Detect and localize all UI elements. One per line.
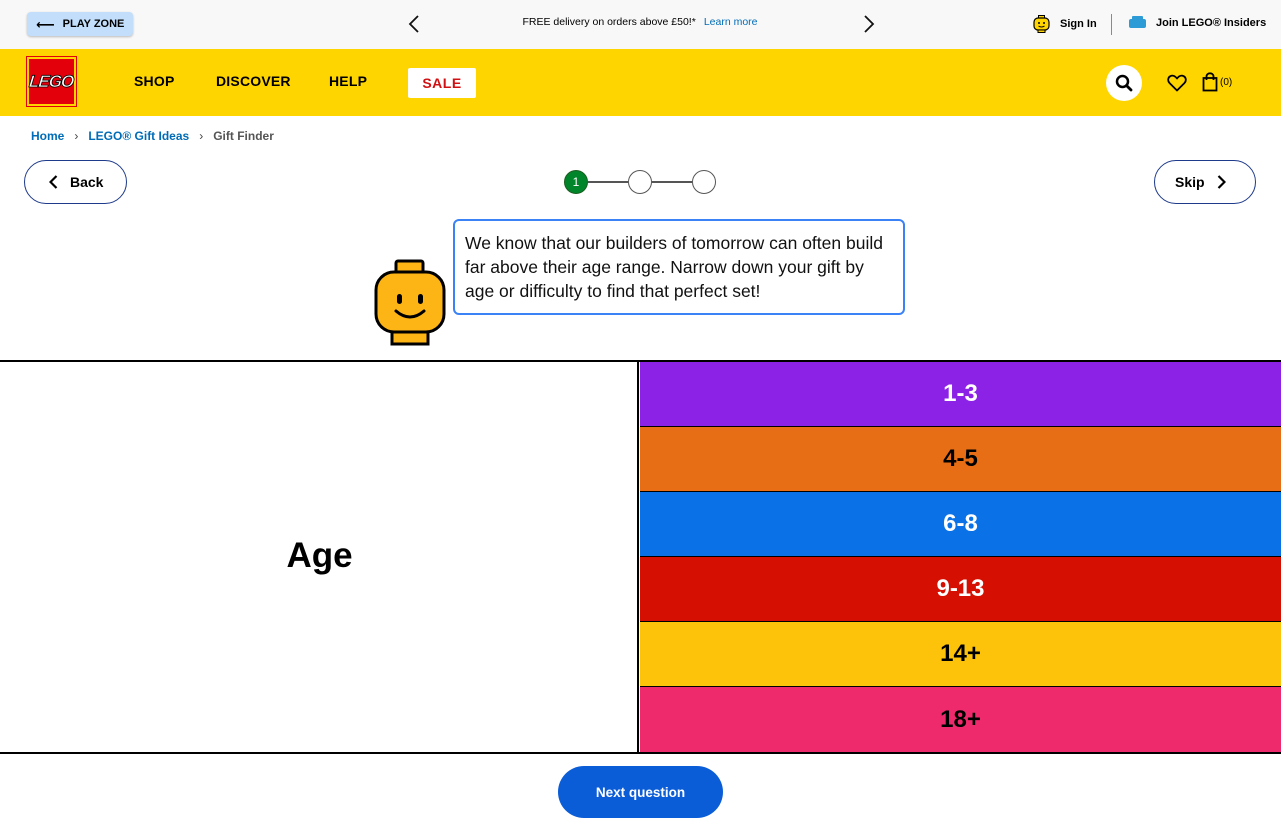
search-button[interactable] xyxy=(1106,65,1142,101)
chevron-right-icon: › xyxy=(74,129,79,143)
question-title: Age xyxy=(286,536,353,575)
shopping-bag-icon xyxy=(1202,72,1218,92)
sign-in-link[interactable]: Sign In xyxy=(1033,15,1097,33)
next-question-button[interactable]: Next question xyxy=(558,766,723,818)
wishlist-button[interactable] xyxy=(1166,72,1188,94)
minifig-head-icon xyxy=(1033,15,1050,33)
chevron-right-icon xyxy=(864,15,875,33)
join-insiders-link[interactable]: Join LEGO® Insiders xyxy=(1129,15,1267,29)
question-panel: Age 1-3 4-5 6-8 9-13 14+ 18+ xyxy=(0,360,1281,754)
lego-logo[interactable]: LEGO xyxy=(26,56,77,107)
promo-previous-button[interactable] xyxy=(402,12,426,36)
shopping-bag-button[interactable]: (0) xyxy=(1202,72,1232,92)
age-options: 1-3 4-5 6-8 9-13 14+ 18+ xyxy=(640,362,1281,752)
sign-in-label: Sign In xyxy=(1060,18,1097,30)
back-button[interactable]: Back xyxy=(24,160,127,204)
step-connector xyxy=(588,181,628,183)
nav-discover[interactable]: DISCOVER xyxy=(216,73,291,89)
age-option-4-5[interactable]: 4-5 xyxy=(640,427,1281,492)
chevron-right-icon xyxy=(1217,175,1226,189)
step-3 xyxy=(692,170,716,194)
nav-help[interactable]: HELP xyxy=(329,73,367,89)
search-icon xyxy=(1115,74,1133,92)
chevron-left-icon xyxy=(49,175,58,189)
speech-bubble: We know that our builders of tomorrow ca… xyxy=(453,219,905,315)
utility-divider xyxy=(1111,14,1112,35)
skip-label: Skip xyxy=(1175,174,1205,190)
logo-text: LEGO xyxy=(28,71,75,91)
promo-banner: FREE delivery on orders above £50!* Learn… xyxy=(430,16,850,28)
heart-icon xyxy=(1167,74,1187,92)
age-option-1-3[interactable]: 1-3 xyxy=(640,362,1281,427)
bag-count: (0) xyxy=(1220,76,1233,88)
minifig-head-illustration xyxy=(374,259,446,346)
utility-bar: ⟵ PLAY ZONE FREE delivery on orders abov… xyxy=(0,0,1281,49)
breadcrumb: Home › LEGO® Gift Ideas › Gift Finder xyxy=(31,129,274,143)
step-1: 1 xyxy=(564,170,588,194)
age-option-18-plus[interactable]: 18+ xyxy=(640,687,1281,752)
promo-next-button[interactable] xyxy=(857,12,881,36)
age-option-6-8[interactable]: 6-8 xyxy=(640,492,1281,557)
breadcrumb-gift-ideas[interactable]: LEGO® Gift Ideas xyxy=(88,129,189,143)
chevron-right-icon: › xyxy=(199,129,204,143)
breadcrumb-current: Gift Finder xyxy=(213,129,274,143)
promo-learn-more-link[interactable]: Learn more xyxy=(704,16,758,28)
play-zone-label: PLAY ZONE xyxy=(62,18,125,30)
back-label: Back xyxy=(70,174,104,190)
age-option-9-13[interactable]: 9-13 xyxy=(640,557,1281,622)
main-navigation: LEGO SHOP DISCOVER HELP SALE (0) xyxy=(0,49,1281,116)
sale-button[interactable]: SALE xyxy=(408,68,476,98)
insiders-brick-icon xyxy=(1129,15,1146,28)
skip-button[interactable]: Skip xyxy=(1154,160,1256,204)
join-insiders-label: Join LEGO® Insiders xyxy=(1156,17,1267,29)
age-option-14-plus[interactable]: 14+ xyxy=(640,622,1281,687)
arrow-left-icon: ⟵ xyxy=(36,16,55,32)
nav-shop[interactable]: SHOP xyxy=(134,73,174,89)
breadcrumb-home[interactable]: Home xyxy=(31,129,64,143)
step-2 xyxy=(628,170,652,194)
progress-steps: 1 xyxy=(564,170,716,194)
play-zone-button[interactable]: ⟵ PLAY ZONE xyxy=(27,12,134,36)
chevron-left-icon xyxy=(408,15,419,33)
promo-text: FREE delivery on orders above £50!* xyxy=(522,16,696,28)
step-connector xyxy=(652,181,692,183)
question-title-area: Age xyxy=(0,362,639,752)
